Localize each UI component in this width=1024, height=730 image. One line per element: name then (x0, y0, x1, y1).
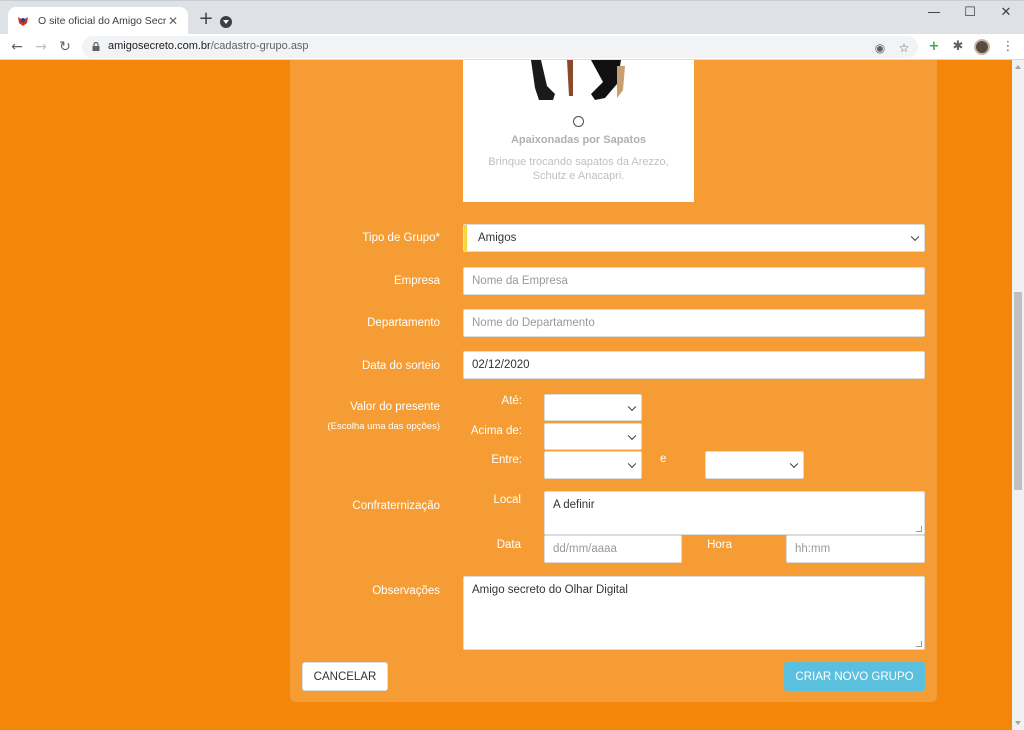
tipo-grupo-label: Tipo de Grupo* (362, 232, 440, 244)
acima-de-label: Acima de: (470, 425, 522, 437)
chevron-down-icon (627, 459, 637, 469)
theme-title: Apaixonadas por Sapatos (510, 134, 647, 146)
data-label: Data (496, 539, 521, 551)
forward-button[interactable]: → (31, 37, 51, 57)
resize-handle-icon[interactable] (916, 641, 922, 647)
valor-presente-label: Valor do presente (350, 401, 440, 413)
tab-title: O site oficial do Amigo Secreto (38, 15, 166, 27)
address-bar[interactable]: amigosecreto.com.br/cadastro-grupo.asp ◉… (82, 36, 918, 58)
tab-search-icon[interactable] (220, 16, 232, 28)
entre-max-select[interactable] (705, 451, 804, 479)
empresa-label: Empresa (393, 275, 440, 287)
tipo-grupo-select[interactable]: Amigos (463, 224, 925, 252)
theme-description: Brinque trocando sapatos da Arezzo, Schu… (488, 156, 669, 182)
maximize-button[interactable]: ☐ (958, 5, 982, 20)
entre-min-select[interactable] (544, 451, 642, 479)
site-favicon-icon (18, 17, 28, 26)
data-confraternizacao-input[interactable]: dd/mm/aaaa (544, 535, 682, 563)
departamento-label: Departamento (367, 317, 440, 329)
browser-tab-bar: O site oficial do Amigo Secreto ✕ + — ☐ … (0, 0, 1024, 35)
browser-menu-icon[interactable]: ⋮ (1000, 39, 1016, 55)
tab-close-icon[interactable]: ✕ (166, 14, 180, 28)
shoes-image (531, 60, 625, 100)
confraternizacao-label: Confraternização (352, 500, 440, 512)
chevron-down-icon (627, 431, 637, 440)
scrollbar-thumb[interactable] (1014, 292, 1022, 490)
resize-handle-icon[interactable] (916, 526, 922, 532)
hora-input[interactable]: hh:mm (786, 535, 925, 563)
form-panel: Apaixonadas por Sapatos Brinque trocando… (290, 60, 937, 702)
entre-e-label: e (660, 453, 667, 465)
page-scrollbar[interactable] (1012, 60, 1024, 730)
reload-button[interactable]: ↻ (55, 37, 75, 57)
local-label: Local (493, 494, 522, 506)
observacoes-textarea[interactable]: Amigo secreto do Olhar Digital (463, 576, 925, 650)
browser-tab[interactable]: O site oficial do Amigo Secreto ✕ (8, 7, 188, 35)
chevron-down-icon (627, 402, 637, 411)
url-path: /cadastro-grupo.asp (210, 40, 309, 52)
theme-option-card[interactable]: Apaixonadas por Sapatos Brinque trocando… (463, 60, 694, 202)
new-tab-button[interactable]: + (196, 10, 216, 28)
page-content: Apaixonadas por Sapatos Brinque trocando… (0, 60, 1012, 730)
url-host: amigosecreto.com.br (108, 40, 211, 52)
ate-label: Até: (501, 395, 522, 407)
close-window-button[interactable]: ✕ (994, 5, 1018, 20)
scroll-up-icon[interactable] (1015, 65, 1021, 69)
create-group-button[interactable]: CRIAR NOVO GRUPO (784, 662, 925, 691)
focus-edge (464, 225, 467, 251)
cancel-button[interactable]: CANCELAR (302, 662, 388, 691)
observacoes-value: Amigo secreto do Olhar Digital (472, 584, 628, 596)
browser-toolbar: ← → ↻ amigosecreto.com.br/cadastro-grupo… (0, 34, 1024, 60)
local-textarea[interactable]: A definir (544, 491, 925, 535)
data-sorteio-label: Data do sorteio (362, 360, 440, 372)
theme-radio[interactable] (573, 116, 584, 127)
ate-select[interactable] (544, 394, 642, 421)
cookie-icon[interactable]: ◉ (872, 40, 888, 56)
departamento-input[interactable]: Nome do Departamento (463, 309, 925, 337)
hora-label: Hora (707, 539, 732, 551)
observacoes-label: Observações (372, 585, 440, 597)
bookmark-star-icon[interactable]: ☆ (896, 40, 912, 56)
scroll-down-icon[interactable] (1015, 721, 1021, 725)
extension-plus-icon[interactable]: + (926, 39, 942, 55)
minimize-button[interactable]: — (922, 5, 946, 20)
empresa-input[interactable]: Nome da Empresa (463, 267, 925, 295)
chevron-down-icon (789, 459, 799, 469)
url-text: amigosecreto.com.br/cadastro-grupo.asp (108, 40, 309, 52)
entre-label: Entre: (491, 454, 522, 466)
chevron-down-icon (910, 232, 920, 242)
profile-avatar[interactable] (974, 39, 990, 55)
lock-icon (92, 42, 100, 51)
data-sorteio-input[interactable]: 02/12/2020 (463, 351, 925, 379)
back-button[interactable]: ← (7, 37, 27, 57)
local-value: A definir (553, 499, 595, 511)
tipo-grupo-value: Amigos (478, 232, 517, 244)
valor-presente-hint: (Escolha uma das opções) (327, 421, 440, 432)
acima-de-select[interactable] (544, 423, 642, 450)
extensions-puzzle-icon[interactable]: ✱ (950, 39, 966, 55)
